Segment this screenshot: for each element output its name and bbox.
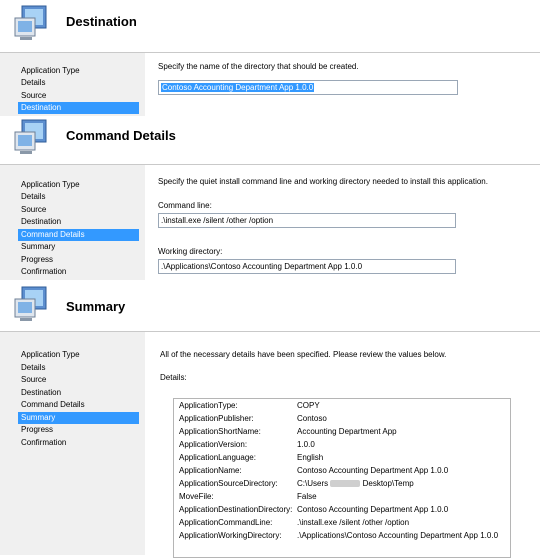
detail-value: COPY <box>297 401 320 410</box>
redacted-username <box>330 480 361 488</box>
nav-item-details[interactable]: Details <box>18 77 139 89</box>
detail-value: .\Applications\Contoso Accounting Depart… <box>297 531 499 540</box>
detail-value: .\install.exe /silent /other /option <box>297 518 410 527</box>
page-title: Summary <box>66 299 126 314</box>
detail-key: ApplicationPublisher: <box>179 414 254 423</box>
nav-item-source[interactable]: Source <box>18 204 139 216</box>
nav-item-source[interactable]: Source <box>18 374 139 386</box>
summary-instruction: All of the necessary details have been s… <box>160 350 447 359</box>
nav-item-source[interactable]: Source <box>18 90 139 102</box>
detail-key: ApplicationVersion: <box>179 440 248 449</box>
destination-header: Destination <box>0 0 540 52</box>
detail-key: ApplicationName: <box>179 466 242 475</box>
detail-value: 1.0.0 <box>297 440 315 449</box>
computer-monitor-icon <box>14 286 47 321</box>
detail-value: False <box>297 492 317 501</box>
page-title: Destination <box>66 14 137 29</box>
detail-value: Contoso Accounting Department App 1.0.0 <box>297 466 449 475</box>
nav-item-destination[interactable]: Destination <box>18 387 139 399</box>
detail-value-suffix: Desktop\Temp <box>362 479 414 488</box>
directory-name-value: Contoso Accounting Department App 1.0.0 <box>161 83 315 92</box>
detail-value: Contoso Accounting Department App 1.0.0 <box>297 505 449 514</box>
detail-key: ApplicationLanguage: <box>179 453 256 462</box>
nav-item-progress[interactable]: Progress <box>18 254 139 266</box>
command-details-content: Specify the quiet install command line a… <box>145 165 540 280</box>
detail-key: ApplicationWorkingDirectory: <box>179 531 282 540</box>
nav-item-application-type[interactable]: Application Type <box>18 349 139 361</box>
detail-key: ApplicationType: <box>179 401 238 410</box>
destination-instruction: Specify the name of the directory that s… <box>158 62 359 71</box>
detail-value-prefix: C:\Users <box>297 479 329 488</box>
nav-item-summary[interactable]: Summary <box>18 241 139 253</box>
summary-header: Summary <box>0 280 540 331</box>
command-details-header: Command Details <box>0 116 540 164</box>
detail-key: ApplicationDestinationDirectory: <box>179 505 293 514</box>
detail-value: C:\Users Desktop\Temp <box>297 477 414 490</box>
detail-key: MoveFile: <box>179 492 214 501</box>
nav-item-progress[interactable]: Progress <box>18 424 139 436</box>
nav-item-application-type[interactable]: Application Type <box>18 179 139 191</box>
computer-monitor-icon <box>14 5 47 40</box>
working-directory-label: Working directory: <box>158 247 223 256</box>
page-title: Command Details <box>66 128 176 143</box>
nav-item-confirmation[interactable]: Confirmation <box>18 266 139 278</box>
computer-monitor-icon <box>14 119 47 154</box>
wizard-nav: Application Type Details Source Destinat… <box>0 332 145 555</box>
wizard-nav: Application Type Details Source Destinat… <box>0 53 145 116</box>
detail-value: English <box>297 453 324 462</box>
command-instruction: Specify the quiet install command line a… <box>158 177 488 186</box>
detail-key: ApplicationCommandLine: <box>179 518 273 527</box>
nav-item-destination[interactable]: Destination <box>18 102 139 114</box>
detail-value: Contoso <box>297 414 327 423</box>
detail-value: Accounting Department App <box>297 427 397 436</box>
details-label: Details: <box>160 373 187 382</box>
detail-key: ApplicationShortName: <box>179 427 261 436</box>
nav-item-destination[interactable]: Destination <box>18 216 139 228</box>
nav-item-details[interactable]: Details <box>18 362 139 374</box>
wizard-nav: Application Type Details Source Destinat… <box>0 165 145 280</box>
nav-item-details[interactable]: Details <box>18 191 139 203</box>
command-line-label: Command line: <box>158 201 212 210</box>
command-details-panel: Command Details Application Type Details… <box>0 116 540 280</box>
nav-item-confirmation[interactable]: Confirmation <box>18 437 139 449</box>
working-directory-input[interactable]: .\Applications\Contoso Accounting Depart… <box>158 259 456 274</box>
nav-item-summary[interactable]: Summary <box>18 412 139 424</box>
directory-name-input[interactable]: Contoso Accounting Department App 1.0.0 <box>158 80 458 95</box>
nav-item-application-type[interactable]: Application Type <box>18 65 139 77</box>
details-list[interactable]: ApplicationType: COPY ApplicationPublish… <box>173 398 511 558</box>
nav-item-command-details[interactable]: Command Details <box>18 229 139 241</box>
nav-item-command-details[interactable]: Command Details <box>18 399 139 411</box>
destination-content: Specify the name of the directory that s… <box>145 53 540 116</box>
command-line-input[interactable]: .\install.exe /silent /other /option <box>158 213 456 228</box>
destination-panel: Destination Application Type Details Sou… <box>0 0 540 116</box>
detail-key: ApplicationSourceDirectory: <box>179 479 278 488</box>
